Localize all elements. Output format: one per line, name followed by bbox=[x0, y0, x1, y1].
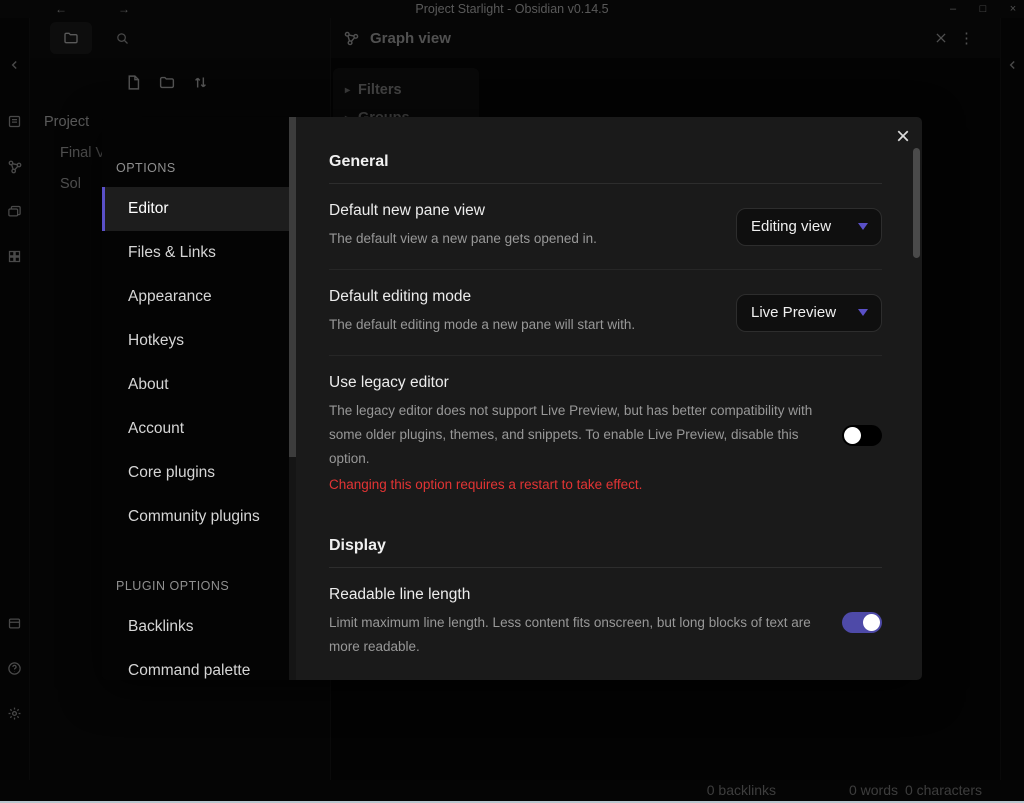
close-settings-icon[interactable]: × bbox=[896, 123, 910, 151]
chevron-down-icon bbox=[858, 223, 868, 230]
setting-name: Default new pane view bbox=[329, 202, 597, 220]
section-heading: General bbox=[329, 153, 882, 184]
setting-readable-line-length: Readable line length Limit maximum line … bbox=[329, 568, 882, 677]
settings-nav-editor[interactable]: Editor bbox=[102, 187, 296, 231]
setting-name: Default editing mode bbox=[329, 288, 635, 306]
setting-use-legacy-editor: Use legacy editor The legacy editor does… bbox=[329, 355, 882, 515]
dropdown-value: Live Preview bbox=[751, 304, 836, 321]
setting-description: The default editing mode a new pane will… bbox=[329, 313, 635, 337]
default-new-pane-view-dropdown[interactable]: Editing view bbox=[736, 208, 882, 246]
display-section: Display Readable line length Limit maxim… bbox=[329, 537, 882, 677]
nav-scrollbar[interactable] bbox=[289, 117, 296, 680]
settings-nav: OPTIONS Editor Files & Links Appearance … bbox=[102, 117, 296, 680]
general-section: General Default new pane view The defaul… bbox=[329, 153, 882, 515]
toggle-knob bbox=[844, 427, 861, 444]
settings-nav-account[interactable]: Account bbox=[102, 407, 296, 451]
setting-name: Readable line length bbox=[329, 586, 814, 604]
restart-warning-text: Changing this option requires a restart … bbox=[329, 473, 814, 497]
setting-description: The legacy editor does not support Live … bbox=[329, 399, 814, 471]
plugin-options-section-header: PLUGIN OPTIONS bbox=[102, 575, 296, 605]
settings-nav-core-plugins[interactable]: Core plugins bbox=[102, 451, 296, 495]
chevron-down-icon bbox=[858, 309, 868, 316]
options-section-header: OPTIONS bbox=[102, 157, 296, 187]
use-legacy-editor-toggle[interactable] bbox=[842, 425, 882, 446]
settings-content: × General Default new pane view The defa… bbox=[296, 117, 922, 680]
setting-default-editing-mode: Default editing mode The default editing… bbox=[329, 269, 882, 355]
setting-description: Limit maximum line length. Less content … bbox=[329, 611, 814, 659]
settings-nav-command-palette[interactable]: Command palette bbox=[102, 649, 296, 680]
settings-modal: OPTIONS Editor Files & Links Appearance … bbox=[102, 117, 922, 680]
default-editing-mode-dropdown[interactable]: Live Preview bbox=[736, 294, 882, 332]
setting-name: Use legacy editor bbox=[329, 374, 814, 392]
settings-nav-files-links[interactable]: Files & Links bbox=[102, 231, 296, 275]
setting-default-new-pane-view: Default new pane view The default view a… bbox=[329, 184, 882, 269]
toggle-knob bbox=[863, 614, 880, 631]
section-heading: Display bbox=[329, 537, 882, 568]
setting-description: The default view a new pane gets opened … bbox=[329, 227, 597, 251]
settings-nav-hotkeys[interactable]: Hotkeys bbox=[102, 319, 296, 363]
settings-nav-about[interactable]: About bbox=[102, 363, 296, 407]
readable-line-length-toggle[interactable] bbox=[842, 612, 882, 633]
settings-nav-community-plugins[interactable]: Community plugins bbox=[102, 495, 296, 539]
settings-nav-backlinks[interactable]: Backlinks bbox=[102, 605, 296, 649]
settings-scrollbar-thumb[interactable] bbox=[913, 148, 920, 258]
settings-nav-appearance[interactable]: Appearance bbox=[102, 275, 296, 319]
nav-scrollbar-thumb[interactable] bbox=[289, 117, 296, 457]
dropdown-value: Editing view bbox=[751, 218, 831, 235]
